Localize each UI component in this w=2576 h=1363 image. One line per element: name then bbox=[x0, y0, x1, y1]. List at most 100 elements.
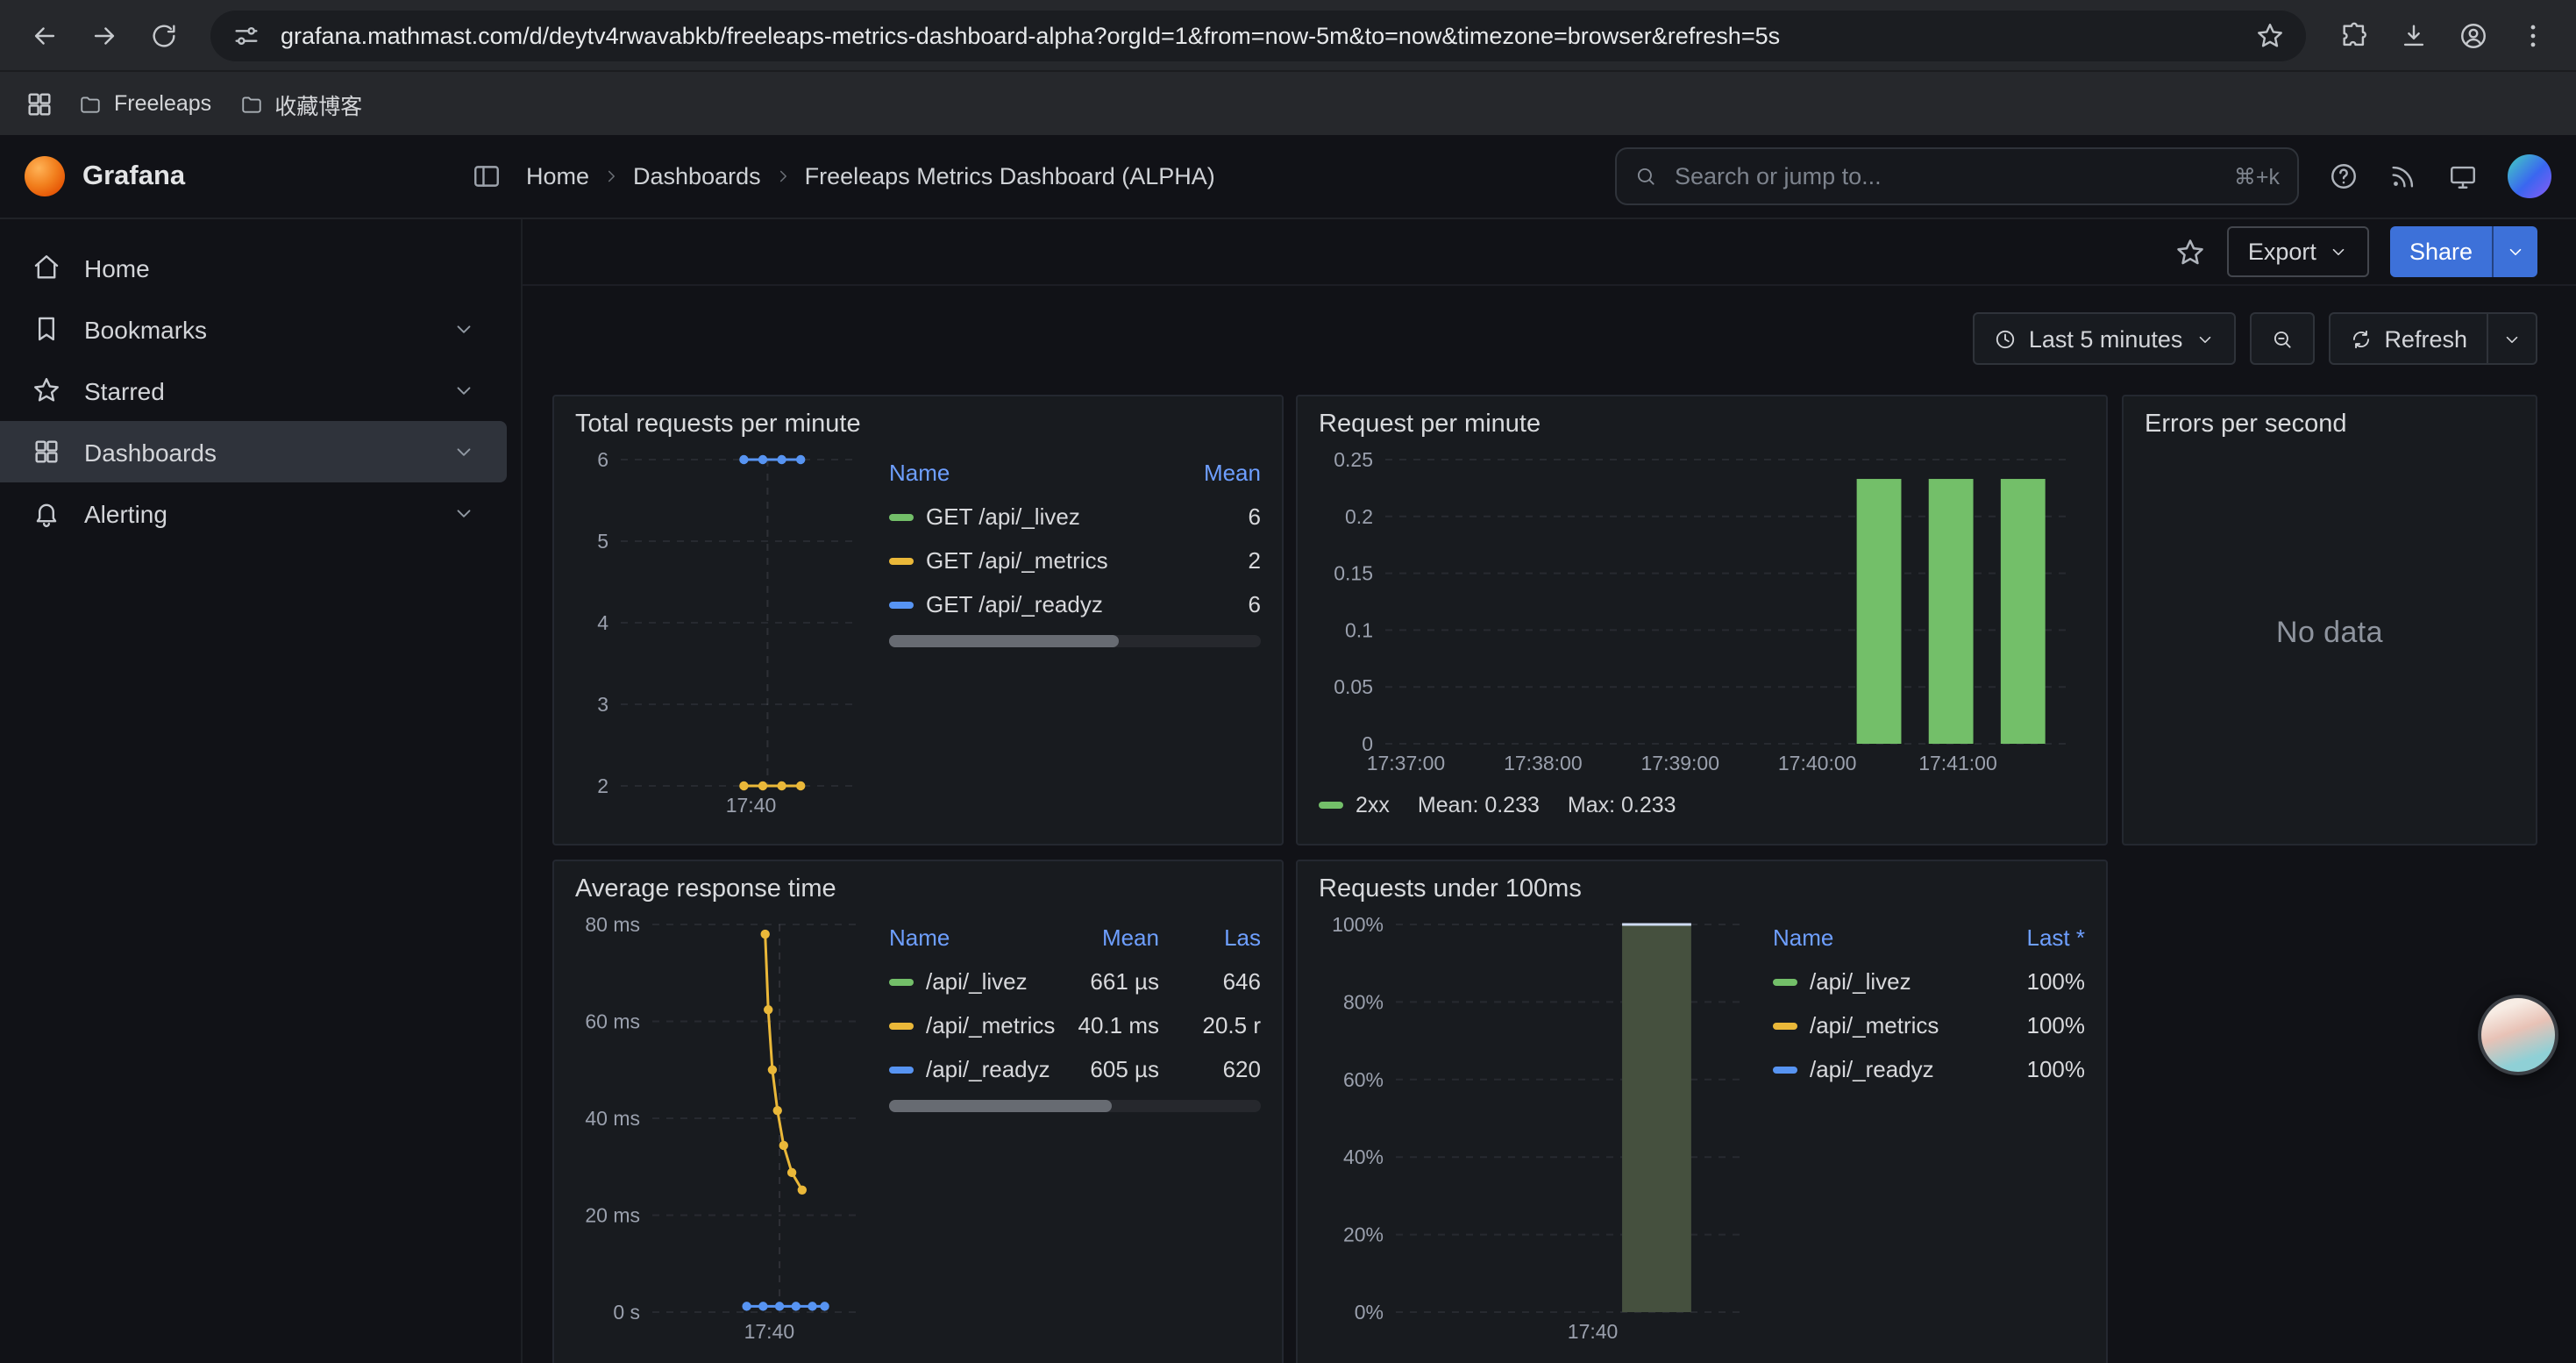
search-icon bbox=[1634, 165, 1657, 188]
favorite-dashboard-button[interactable] bbox=[2174, 236, 2206, 268]
search-box[interactable]: ⌘+k bbox=[1615, 147, 2299, 205]
download-icon bbox=[2398, 20, 2428, 50]
monitor-icon[interactable] bbox=[2448, 161, 2478, 191]
chevron-down-icon[interactable] bbox=[452, 379, 475, 402]
sidebar-item-label: Bookmarks bbox=[84, 315, 207, 343]
bookmark-folder[interactable]: 收藏博客 bbox=[239, 87, 362, 120]
svg-text:0.15: 0.15 bbox=[1334, 562, 1373, 585]
legend-row[interactable]: /api/_livez661 µs646 bbox=[889, 960, 1261, 1003]
share-menu-button[interactable] bbox=[2492, 226, 2537, 277]
share-label: Share bbox=[2409, 239, 2473, 265]
chevron-right-icon bbox=[773, 167, 793, 186]
brand-title: Grafana bbox=[82, 161, 185, 192]
url-input[interactable] bbox=[277, 20, 2239, 50]
time-range-button[interactable]: Last 5 minutes bbox=[1973, 312, 2236, 365]
apps-grid-icon[interactable] bbox=[25, 89, 54, 118]
time-controls: Last 5 minutes Refresh bbox=[523, 286, 2576, 365]
panel-title: Average response time bbox=[575, 875, 1261, 903]
legend-header[interactable]: NameMean bbox=[889, 451, 1261, 495]
refresh-button[interactable]: Refresh bbox=[2328, 312, 2488, 365]
export-button[interactable]: Export bbox=[2227, 226, 2369, 277]
average-response-time-legend: NameMeanLas/api/_livez661 µs646/api/_met… bbox=[889, 912, 1261, 1345]
sidebar-menu: Home Bookmarks StarredDashboards Alerting bbox=[0, 219, 523, 1363]
svg-text:17:40: 17:40 bbox=[726, 794, 777, 817]
sidebar-item-starred[interactable]: Starred bbox=[0, 360, 507, 421]
grafana-logo-icon[interactable] bbox=[25, 156, 65, 196]
zoom-out-button[interactable] bbox=[2249, 312, 2314, 365]
rss-icon[interactable] bbox=[2388, 161, 2418, 191]
svg-text:0.25: 0.25 bbox=[1334, 448, 1373, 471]
legend-row[interactable]: /api/_readyz605 µs620 bbox=[889, 1047, 1261, 1091]
sidebar-item-home[interactable]: Home bbox=[0, 237, 507, 298]
average-response-time-chart[interactable]: 80 ms60 ms40 ms20 ms0 s17:40 bbox=[575, 912, 872, 1345]
search-shortcut: ⌘+k bbox=[2234, 163, 2280, 189]
legend-series[interactable]: 2xx bbox=[1319, 792, 1390, 817]
chevron-down-icon bbox=[2502, 329, 2522, 348]
site-controls-icon[interactable] bbox=[231, 20, 261, 50]
svg-text:0.2: 0.2 bbox=[1345, 505, 1373, 528]
dashboard-main: Export Share Last 5 minutes bbox=[523, 219, 2576, 1363]
legend-row[interactable]: /api/_metrics40.1 ms20.5 r bbox=[889, 1003, 1261, 1047]
requests-per-minute-legend: 2xxMean: 0.233Max: 0.233 bbox=[1319, 789, 2085, 819]
share-button[interactable]: Share bbox=[2390, 226, 2492, 277]
requests-under-100ms-chart[interactable]: 100%80%60%40%20%0%17:40 bbox=[1319, 912, 1755, 1345]
svg-text:17:39:00: 17:39:00 bbox=[1640, 752, 1719, 774]
floating-assistant-avatar[interactable] bbox=[2478, 995, 2558, 1075]
export-label: Export bbox=[2248, 239, 2316, 265]
search-input[interactable] bbox=[1671, 161, 2220, 191]
legend-row[interactable]: /api/_readyz100% bbox=[1773, 1047, 2085, 1091]
legend-scrollbar[interactable] bbox=[889, 1100, 1261, 1112]
svg-text:17:40: 17:40 bbox=[1568, 1320, 1619, 1343]
extensions-button[interactable] bbox=[2327, 9, 2380, 61]
legend-row[interactable]: GET /api/_readyz6 bbox=[889, 582, 1261, 626]
refresh-interval-button[interactable] bbox=[2488, 312, 2537, 365]
user-circle-icon bbox=[2458, 20, 2487, 50]
legend-scrollbar[interactable] bbox=[889, 635, 1261, 647]
sidebar-toggle-icon[interactable] bbox=[472, 161, 502, 191]
chevron-down-icon[interactable] bbox=[452, 318, 475, 340]
bookmark-star-icon[interactable] bbox=[2255, 20, 2285, 50]
omnibox[interactable] bbox=[210, 10, 2306, 61]
apps-icon bbox=[32, 437, 61, 467]
requests-per-minute-chart[interactable]: 0.250.20.150.10.05017:37:0017:38:0017:39… bbox=[1319, 447, 2085, 786]
profile-button[interactable] bbox=[2446, 9, 2499, 61]
svg-text:20%: 20% bbox=[1343, 1224, 1384, 1246]
legend-row[interactable]: GET /api/_livez6 bbox=[889, 495, 1261, 539]
reload-button[interactable] bbox=[137, 9, 189, 61]
panel-title: Errors per second bbox=[2145, 410, 2515, 439]
legend-header[interactable]: NameLast * bbox=[1773, 916, 2085, 960]
svg-text:40%: 40% bbox=[1343, 1145, 1384, 1168]
breadcrumb-item[interactable]: Dashboards bbox=[633, 163, 761, 189]
breadcrumb-item[interactable]: Home bbox=[526, 163, 589, 189]
user-avatar[interactable] bbox=[2508, 154, 2551, 198]
browser-menu-button[interactable] bbox=[2506, 9, 2558, 61]
chevron-down-icon[interactable] bbox=[452, 502, 475, 525]
refresh-label: Refresh bbox=[2384, 325, 2467, 352]
chevron-down-icon bbox=[2195, 329, 2214, 348]
back-button[interactable] bbox=[18, 9, 70, 61]
sidebar-item-label: Alerting bbox=[84, 499, 167, 527]
svg-text:3: 3 bbox=[597, 693, 608, 716]
legend-row[interactable]: /api/_livez100% bbox=[1773, 960, 2085, 1003]
legend-header[interactable]: NameMeanLas bbox=[889, 916, 1261, 960]
help-icon[interactable] bbox=[2329, 161, 2359, 191]
folder-icon bbox=[239, 92, 262, 115]
breadcrumb-item[interactable]: Freeleaps Metrics Dashboard (ALPHA) bbox=[805, 163, 1215, 189]
chevron-down-icon[interactable] bbox=[452, 440, 475, 463]
bookmark-label: 收藏博客 bbox=[274, 87, 362, 120]
downloads-button[interactable] bbox=[2387, 9, 2439, 61]
time-range-label: Last 5 minutes bbox=[2029, 325, 2183, 352]
svg-text:17:37:00: 17:37:00 bbox=[1367, 752, 1446, 774]
total-requests-chart[interactable]: 6543217:40 bbox=[575, 447, 872, 819]
legend-row[interactable]: GET /api/_metrics2 bbox=[889, 539, 1261, 582]
sidebar-item-dashboards[interactable]: Dashboards bbox=[0, 421, 507, 482]
bookmark-folder[interactable]: Freeleaps bbox=[79, 87, 211, 120]
forward-button[interactable] bbox=[77, 9, 130, 61]
svg-text:17:41:00: 17:41:00 bbox=[1918, 752, 1997, 774]
home-icon bbox=[32, 253, 61, 282]
svg-text:20 ms: 20 ms bbox=[585, 1204, 640, 1227]
kebab-menu-icon bbox=[2517, 20, 2547, 50]
legend-row[interactable]: /api/_metrics100% bbox=[1773, 1003, 2085, 1047]
sidebar-item-bookmarks[interactable]: Bookmarks bbox=[0, 298, 507, 360]
sidebar-item-alerting[interactable]: Alerting bbox=[0, 482, 507, 544]
